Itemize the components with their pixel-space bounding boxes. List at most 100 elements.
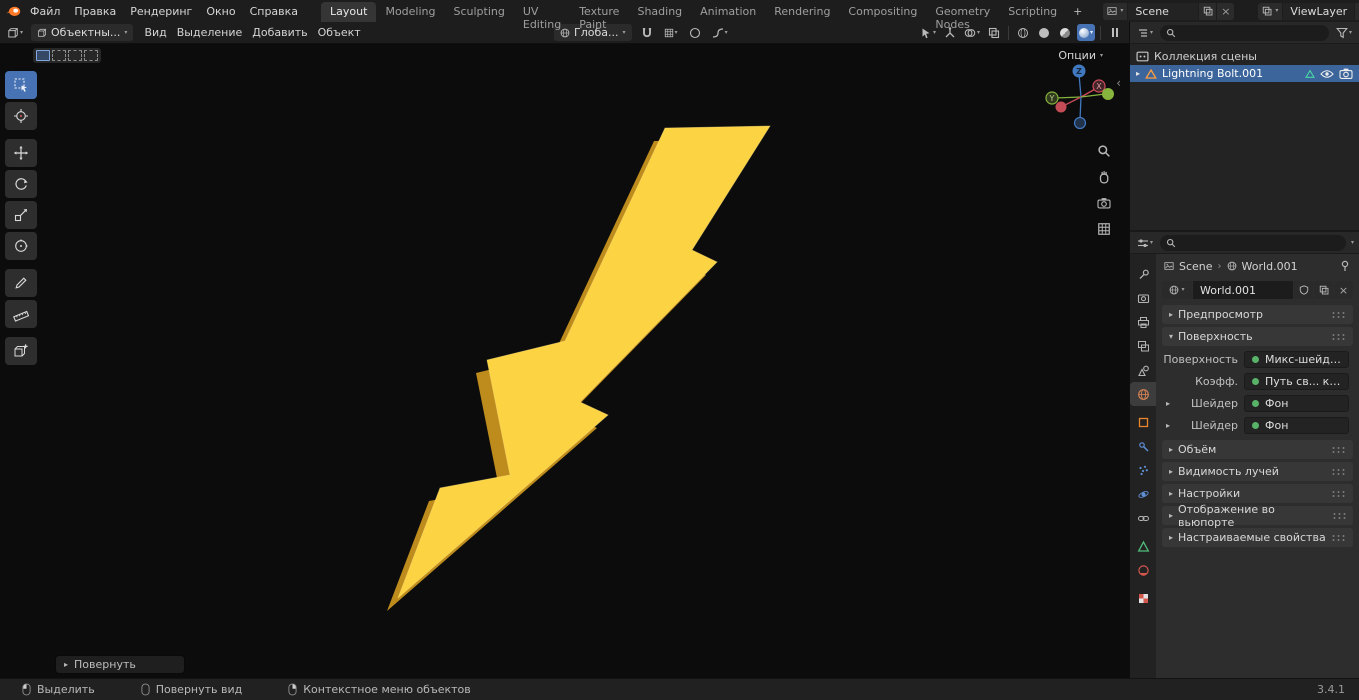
disclosure-icon[interactable]: ▸ [1166, 421, 1170, 430]
operator-panel[interactable]: ▸ Повернуть [55, 655, 185, 674]
tab-render[interactable] [1130, 286, 1156, 310]
rotate-tool[interactable] [5, 170, 37, 198]
shader2-select[interactable]: Фон [1244, 417, 1349, 434]
shading-material-button[interactable] [1056, 24, 1074, 41]
mix-factor-select[interactable]: Путь св... камеры [1244, 373, 1349, 390]
gizmo-y-neg-axis[interactable] [1102, 88, 1114, 100]
section-viewport-display[interactable]: ▸ Отображение во вьюпорте [1162, 503, 1353, 529]
editor-type-button[interactable]: ▾ [5, 24, 25, 41]
navigation-gizmo[interactable]: Z X Y [1009, 44, 1129, 254]
menu-window[interactable]: Окно [199, 0, 242, 22]
tab-texture[interactable] [1130, 586, 1156, 610]
cursor-tool[interactable] [5, 102, 37, 130]
surface-shader-select[interactable]: Микс-шейдер [1244, 351, 1349, 368]
blender-logo-icon[interactable] [6, 3, 21, 19]
scene-new-button[interactable] [1199, 2, 1217, 20]
properties-editor-type-button[interactable]: ▾ [1135, 234, 1155, 251]
menu-select[interactable]: Выделение [172, 26, 248, 39]
outliner-row-collection[interactable]: Коллекция сцены [1130, 48, 1359, 65]
outliner-editor-type-button[interactable]: ▾ [1135, 24, 1155, 41]
shading-rendered-button[interactable]: ▾ [1076, 24, 1095, 41]
drag-grip-icon[interactable] [1331, 445, 1346, 454]
sidebar-toggle-icon[interactable]: ‹ [1116, 76, 1121, 90]
proportional-edit-toggle[interactable] [686, 24, 704, 41]
outliner-search-input[interactable] [1160, 24, 1329, 41]
viewlayer-browse-button[interactable]: ▾ [1258, 2, 1283, 20]
section-volume[interactable]: ▸ Объём [1162, 440, 1353, 459]
chevron-down-icon[interactable]: ▾ [1351, 239, 1354, 246]
disclosure-icon[interactable]: ▸ [1166, 399, 1170, 408]
scene-browse-button[interactable]: ▾ [1103, 2, 1128, 20]
zoom-icon[interactable] [1097, 144, 1111, 158]
menu-add[interactable]: Добавить [247, 26, 312, 39]
lightning-bolt-object[interactable] [0, 44, 1129, 678]
drag-grip-icon[interactable] [1331, 511, 1346, 520]
tab-sculpting[interactable]: Sculpting [445, 2, 514, 22]
world-browse-button[interactable]: ▾ [1162, 281, 1192, 299]
pin-icon[interactable] [1339, 260, 1351, 272]
select-mode-new[interactable] [36, 50, 50, 61]
xray-toggle[interactable] [985, 24, 1003, 41]
select-mode-subtract[interactable] [68, 50, 82, 61]
snap-settings-dropdown[interactable]: ▾ [662, 24, 680, 41]
menu-edit[interactable]: Правка [67, 0, 123, 22]
unlink-datablock-button[interactable]: × [1334, 281, 1353, 299]
tab-geometry-nodes[interactable]: Geometry Nodes [926, 2, 999, 31]
disable-render-camera-icon[interactable] [1339, 68, 1353, 79]
tab-object-data[interactable] [1130, 534, 1156, 558]
menu-view[interactable]: Вид [139, 26, 171, 39]
pause-button[interactable] [1106, 24, 1124, 41]
menu-file[interactable]: Файл [23, 0, 67, 22]
drag-grip-icon[interactable] [1331, 332, 1346, 341]
add-primitive-tool[interactable] [5, 337, 37, 365]
scene-name[interactable]: Scene [1128, 2, 1199, 20]
annotate-tool[interactable] [5, 269, 37, 297]
tab-physics[interactable] [1130, 482, 1156, 506]
breadcrumb-world[interactable]: World.001 [1242, 260, 1298, 273]
gizmo-x-neg-axis[interactable] [1055, 101, 1067, 113]
scale-tool[interactable] [5, 201, 37, 229]
gizmo-z-neg-axis[interactable] [1073, 116, 1087, 130]
select-mode-intersect[interactable] [84, 50, 98, 61]
viewlayer-new-button[interactable] [1355, 2, 1359, 20]
expand-icon[interactable]: ▸ [1136, 69, 1140, 78]
outliner-row-object[interactable]: ▸ Lightning Bolt.001 [1130, 65, 1359, 82]
drag-grip-icon[interactable] [1331, 310, 1346, 319]
proportional-falloff-dropdown[interactable]: ▾ [710, 24, 730, 41]
drag-grip-icon[interactable] [1331, 489, 1346, 498]
measure-tool[interactable] [5, 300, 37, 328]
snap-toggle[interactable] [638, 24, 656, 41]
section-preview[interactable]: ▸ Предпросмотр [1162, 305, 1353, 324]
breadcrumb-scene[interactable]: Scene [1179, 260, 1213, 273]
shading-wireframe-button[interactable] [1014, 24, 1032, 41]
shader1-select[interactable]: Фон [1244, 395, 1349, 412]
drag-grip-icon[interactable] [1331, 467, 1346, 476]
tab-modifiers[interactable] [1130, 434, 1156, 458]
duplicate-datablock-button[interactable] [1314, 281, 1333, 299]
section-surface[interactable]: ▾ Поверхность [1162, 327, 1353, 346]
drag-grip-icon[interactable] [1331, 533, 1346, 542]
add-workspace-button[interactable]: + [1066, 2, 1089, 22]
hide-eye-icon[interactable] [1320, 69, 1334, 79]
tab-compositing[interactable]: Compositing [839, 2, 926, 22]
tab-material[interactable] [1130, 558, 1156, 582]
menu-render[interactable]: Рендеринг [123, 0, 199, 22]
tab-texture-paint[interactable]: Texture Paint [570, 2, 628, 31]
outliner-filter-button[interactable]: ▾ [1334, 24, 1354, 41]
properties-search-input[interactable] [1160, 234, 1346, 251]
tab-animation[interactable]: Animation [691, 2, 765, 22]
tab-modeling[interactable]: Modeling [376, 2, 444, 22]
section-settings[interactable]: ▸ Настройки [1162, 484, 1353, 503]
menu-object[interactable]: Объект [313, 26, 366, 39]
tab-tool[interactable] [1130, 262, 1156, 286]
tab-world[interactable] [1130, 382, 1156, 406]
scene-unlink-button[interactable]: × [1217, 2, 1235, 20]
tab-scene[interactable] [1130, 358, 1156, 382]
viewport-canvas[interactable]: Опции ▾ Z X Y ‹ ▸ Повернуть [0, 44, 1129, 678]
tab-shading[interactable]: Shading [628, 2, 691, 22]
tab-particles[interactable] [1130, 458, 1156, 482]
toggle-ortho-icon[interactable] [1097, 222, 1111, 236]
select-mode-extend[interactable] [52, 50, 66, 61]
tab-rendering[interactable]: Rendering [765, 2, 839, 22]
pan-hand-icon[interactable] [1097, 170, 1111, 184]
